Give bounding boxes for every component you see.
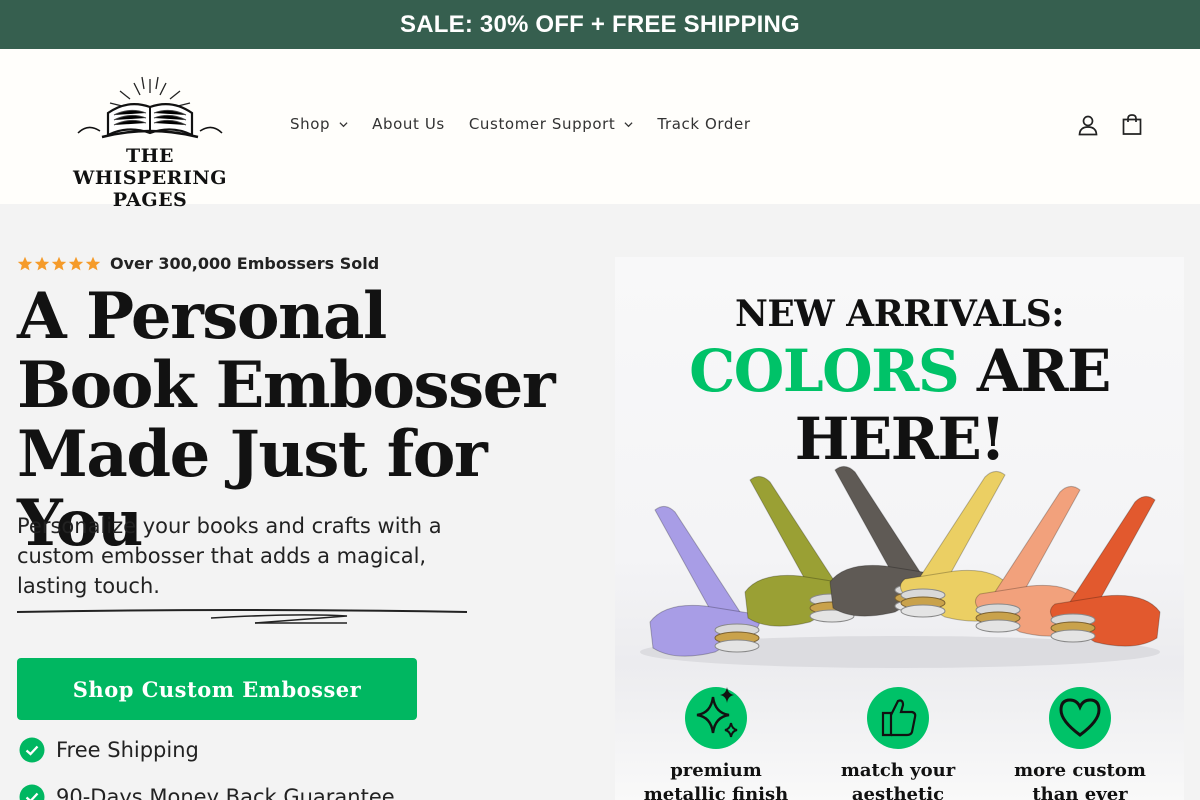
nav-support-label: Customer Support [468, 115, 616, 133]
promo-subtitle: COLORS ARE HERE! [615, 337, 1184, 473]
chevron-down-icon [624, 121, 633, 127]
open-book-icon [77, 76, 223, 139]
feature-label: more custom than ever [1014, 760, 1146, 800]
logo-text: THE WHISPERING PAGES [73, 145, 227, 211]
main-nav: Shop About Us Customer Support Track Ord… [290, 115, 775, 133]
star-icon [34, 256, 50, 270]
feature-custom: more custom than ever [1005, 683, 1155, 800]
feature-aesthetic: match your aesthetic [823, 683, 973, 800]
chevron-down-icon [339, 121, 348, 127]
nav-track-order[interactable]: Track Order [657, 115, 750, 133]
account-icon[interactable] [1076, 113, 1100, 137]
social-proof-text: Over 300,000 Embossers Sold [110, 254, 380, 273]
feature-label: match your aesthetic [840, 760, 956, 800]
star-icon [85, 256, 101, 270]
site-header: THE WHISPERING PAGES Shop About Us Custo… [0, 49, 1200, 211]
announcement-bar: SALE: 30% OFF + FREE SHIPPING [0, 0, 1200, 49]
embosser-6 [1049, 496, 1161, 647]
cart-icon[interactable] [1120, 113, 1144, 137]
embossers-illustration [640, 466, 1161, 668]
new-arrivals-promo-image: NEW ARRIVALS: COLORS ARE HERE! premium m… [615, 257, 1184, 800]
nav-shop-label: Shop [290, 115, 331, 133]
heart-icon [1049, 687, 1111, 749]
check-circle-icon [19, 784, 45, 800]
feature-label: premium metallic finish [643, 760, 789, 800]
check-circle-icon [19, 737, 45, 763]
star-icon [68, 256, 84, 270]
benefit-label: Free Shipping [56, 738, 199, 762]
nav-about-us[interactable]: About Us [372, 115, 445, 133]
benefit-label: 90-Days Money Back Guarantee [56, 785, 395, 800]
rating-row: Over 300,000 Embossers Sold [17, 254, 379, 273]
brand-logo[interactable]: THE WHISPERING PAGES [48, 75, 252, 211]
star-icon [17, 256, 33, 270]
feature-metallic: premium metallic finish [641, 683, 791, 800]
embosser-1 [649, 506, 761, 657]
shop-custom-embosser-button[interactable]: Shop Custom Embosser [17, 658, 417, 720]
promo-title: NEW ARRIVALS: [734, 293, 1065, 335]
nav-customer-support[interactable]: Customer Support [469, 115, 634, 133]
nav-about-label: About Us [372, 115, 445, 133]
nav-shop[interactable]: Shop [290, 115, 348, 133]
thumbs-up-icon [867, 687, 929, 749]
sparkles-icon [685, 687, 747, 749]
promo-colors-word: COLORS [689, 337, 960, 405]
benefit-money-back: 90-Days Money Back Guarantee [19, 784, 395, 800]
decorative-underline [17, 609, 468, 624]
nav-track-label: Track Order [657, 115, 751, 133]
star-icon [51, 256, 67, 270]
hero-subheadline: Personalize your books and crafts with a… [17, 514, 442, 598]
announcement-text: SALE: 30% OFF + FREE SHIPPING [400, 10, 800, 38]
benefit-free-shipping: Free Shipping [19, 737, 199, 763]
